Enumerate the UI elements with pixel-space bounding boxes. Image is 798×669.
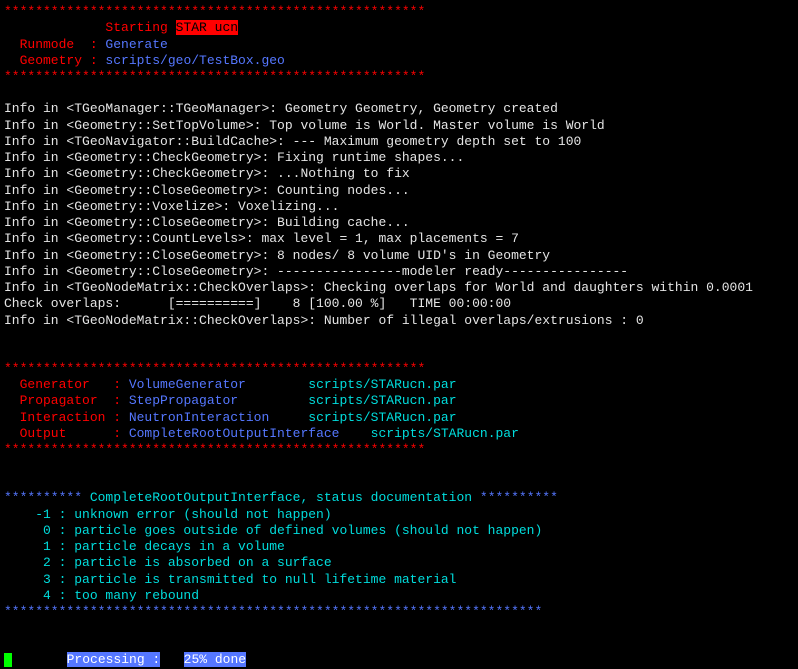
info-line: Info in <TGeoNavigator::BuildCache>: ---… bbox=[4, 134, 794, 150]
interaction-line: Interaction : NeutronInteraction scripts… bbox=[4, 410, 794, 426]
separator-3: ****************************************… bbox=[4, 442, 794, 458]
output-line: Output : CompleteRootOutputInterface scr… bbox=[4, 426, 794, 442]
status-line: 0 : particle goes outside of defined vol… bbox=[4, 523, 794, 539]
status-heading: CompleteRootOutputInterface, status docu… bbox=[82, 490, 480, 505]
info-line: Info in <Geometry::CheckGeometry>: Fixin… bbox=[4, 150, 794, 166]
geometry-label: Geometry : bbox=[4, 53, 98, 68]
info-line: Check overlaps: [==========] 8 [100.00 %… bbox=[4, 296, 794, 312]
info-line: Info in <Geometry::CheckGeometry>: ...No… bbox=[4, 166, 794, 182]
star-ucn-highlight: STAR ucn bbox=[176, 20, 238, 35]
separator-1: ****************************************… bbox=[4, 69, 794, 85]
status-line: 4 : too many rebound bbox=[4, 588, 794, 604]
info-line: Info in <Geometry::CountLevels>: max lev… bbox=[4, 231, 794, 247]
output-path: scripts/STARucn.par bbox=[371, 426, 519, 441]
cursor-icon bbox=[4, 653, 12, 667]
runmode-line: Runmode : Generate bbox=[4, 37, 794, 53]
processing-label: Processing : bbox=[67, 652, 161, 667]
output-value: CompleteRootOutputInterface bbox=[121, 426, 371, 441]
propagator-line: Propagator : StepPropagator scripts/STAR… bbox=[4, 393, 794, 409]
processing-gap bbox=[160, 652, 183, 667]
info-line: Info in <TGeoNodeMatrix::CheckOverlaps>:… bbox=[4, 280, 794, 296]
processing-line: Processing : 25% done bbox=[4, 652, 794, 668]
propagator-value: StepPropagator bbox=[121, 393, 308, 408]
info-line: Info in <TGeoManager::TGeoManager>: Geom… bbox=[4, 101, 794, 117]
status-asterisks-prefix: ********** bbox=[4, 490, 82, 505]
info-line: Info in <TGeoNodeMatrix::CheckOverlaps>:… bbox=[4, 313, 794, 329]
generator-label: Generator : bbox=[4, 377, 121, 392]
status-line: 2 : particle is absorbed on a surface bbox=[4, 555, 794, 571]
output-label: Output : bbox=[4, 426, 121, 441]
generator-path: scripts/STARucn.par bbox=[308, 377, 456, 392]
separator-2: ****************************************… bbox=[4, 361, 794, 377]
runmode-value: Generate bbox=[98, 37, 168, 52]
propagator-label: Propagator : bbox=[4, 393, 121, 408]
generator-line: Generator : VolumeGenerator scripts/STAR… bbox=[4, 377, 794, 393]
status-line: 1 : particle decays in a volume bbox=[4, 539, 794, 555]
status-line: -1 : unknown error (should not happen) bbox=[4, 507, 794, 523]
geometry-line: Geometry : scripts/geo/TestBox.geo bbox=[4, 53, 794, 69]
status-block: -1 : unknown error (should not happen) 0… bbox=[4, 507, 794, 605]
separator-full: ****************************************… bbox=[4, 604, 794, 620]
status-asterisks-suffix: ********** bbox=[480, 490, 558, 505]
info-line: Info in <Geometry::Voxelize>: Voxelizing… bbox=[4, 199, 794, 215]
info-line: Info in <Geometry::CloseGeometry>: -----… bbox=[4, 264, 794, 280]
info-line: Info in <Geometry::SetTopVolume>: Top vo… bbox=[4, 118, 794, 134]
runmode-label: Runmode : bbox=[4, 37, 98, 52]
starting-line: Starting STAR ucn bbox=[4, 20, 794, 36]
processing-value: 25% done bbox=[184, 652, 246, 667]
starting-label: Starting bbox=[4, 20, 176, 35]
interaction-path: scripts/STARucn.par bbox=[308, 410, 456, 425]
separator-top: ****************************************… bbox=[4, 4, 794, 20]
interaction-value: NeutronInteraction bbox=[121, 410, 308, 425]
info-line: Info in <Geometry::CloseGeometry>: 8 nod… bbox=[4, 248, 794, 264]
interaction-label: Interaction : bbox=[4, 410, 121, 425]
info-line: Info in <Geometry::CloseGeometry>: Build… bbox=[4, 215, 794, 231]
generator-value: VolumeGenerator bbox=[121, 377, 308, 392]
info-line: Info in <Geometry::CloseGeometry>: Count… bbox=[4, 183, 794, 199]
propagator-path: scripts/STARucn.par bbox=[308, 393, 456, 408]
status-heading-line: ********** CompleteRootOutputInterface, … bbox=[4, 490, 794, 506]
processing-prefix bbox=[12, 652, 67, 667]
status-line: 3 : particle is transmitted to null life… bbox=[4, 572, 794, 588]
geometry-value: scripts/geo/TestBox.geo bbox=[98, 53, 285, 68]
info-block: Info in <TGeoManager::TGeoManager>: Geom… bbox=[4, 101, 794, 329]
